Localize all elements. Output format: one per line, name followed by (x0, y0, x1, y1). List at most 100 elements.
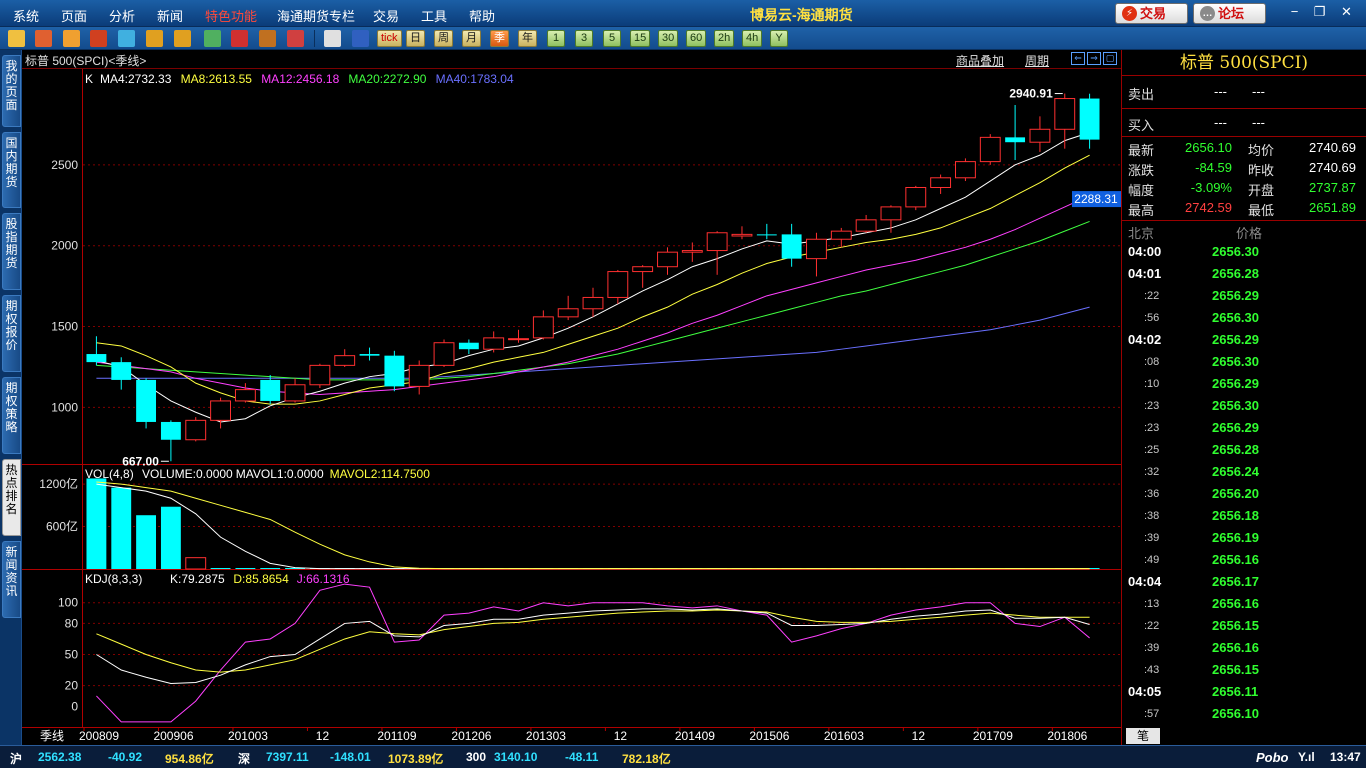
candle-body (607, 271, 629, 298)
tick-tab[interactable]: 笔 (1126, 728, 1160, 744)
menu-analysis[interactable]: 分析 (109, 6, 135, 25)
custom-period-button[interactable]: Y (770, 30, 788, 47)
table-icon[interactable] (324, 30, 341, 47)
left-tab-4[interactable]: 期权策略 (2, 377, 21, 454)
overlay-link[interactable]: 商品叠加 (956, 52, 1004, 69)
left-tab-2[interactable]: 股指期货 (2, 213, 21, 290)
tick-header-price: 价格 (1236, 226, 1263, 241)
chart-canvas[interactable]: 25002000150010002940.91667.00K MA4:2732.3… (22, 69, 1121, 745)
menu-system[interactable]: 系统 (13, 6, 39, 25)
menu-tools[interactable]: 工具 (421, 6, 447, 25)
sell-label: 卖出 (1128, 87, 1155, 102)
forum-button[interactable]: … 论坛 (1193, 3, 1266, 24)
kdj-legend-item: D:85.8654 (233, 572, 289, 586)
close-icon[interactable]: ✕ (1337, 3, 1356, 22)
left-tab-0[interactable]: 我的页面 (2, 55, 21, 127)
quote-row: 涨跌 -84.59 昨收 2740.69 (1122, 158, 1366, 178)
home-icon[interactable] (35, 30, 52, 47)
candle-body (185, 419, 207, 441)
tick-time: :10 (1144, 378, 1160, 390)
tick-row: :23 2656.29 (1122, 417, 1366, 439)
quote-separator (1122, 136, 1366, 137)
price-tick-label: 2000 (51, 239, 78, 253)
tick-row: :13 2656.16 (1122, 593, 1366, 615)
film-icon[interactable] (90, 30, 107, 47)
scroll-left-icon[interactable]: ⇐ (1071, 52, 1085, 65)
restore-icon[interactable]: ❐ (1310, 3, 1329, 22)
refresh-icon[interactable] (118, 30, 135, 47)
zoom-out-icon[interactable] (174, 30, 191, 47)
volume-bar (86, 478, 107, 569)
x-tick-label: 12 (614, 729, 628, 743)
draw-tool-icon[interactable] (259, 30, 276, 47)
quote-label: 最新 (1128, 143, 1155, 158)
menu-special[interactable]: 特色功能 (205, 6, 257, 25)
menu-help[interactable]: 帮助 (469, 6, 495, 25)
filter-icon[interactable] (287, 30, 304, 47)
kdj-legend-item: K:79.2875 (170, 572, 225, 586)
x-axis-label: 季线 (40, 729, 64, 743)
tick-price: 2656.28 (1212, 266, 1259, 281)
tick-price: 2656.24 (1212, 464, 1259, 479)
sh-index-label: 沪 (10, 752, 23, 766)
chart-line-icon[interactable] (352, 30, 369, 47)
minute-60-button[interactable]: 60 (686, 30, 707, 47)
minute-5-button[interactable]: 5 (603, 30, 621, 47)
csi300-change: -48.11 (565, 750, 599, 764)
left-tab-6[interactable]: 新闻资讯 (2, 541, 21, 618)
period-quarter-button[interactable]: 季 (490, 30, 509, 47)
period-year-button[interactable]: 年 (518, 30, 537, 47)
left-tab-1[interactable]: 国内期货 (2, 132, 21, 208)
high-price-label: 2940.91 (1009, 87, 1053, 101)
tick-button[interactable]: tick (377, 30, 402, 47)
menu-haitong-column[interactable]: 海通期货专栏 (277, 6, 355, 25)
minute-1-button[interactable]: 1 (547, 30, 565, 47)
period-month-button[interactable]: 月 (462, 30, 481, 47)
candle-body (260, 379, 281, 401)
tick-time: 04:04 (1128, 574, 1162, 589)
maximize-chart-icon[interactable]: ▢ (1103, 52, 1117, 65)
tick-time: :38 (1144, 510, 1160, 522)
tick-row: :38 2656.18 (1122, 505, 1366, 527)
menu-trade[interactable]: 交易 (373, 6, 399, 25)
tick-price: 2656.30 (1212, 310, 1259, 325)
csi300-label: 300 (466, 750, 487, 764)
menu-news[interactable]: 新闻 (157, 6, 183, 25)
period-day-button[interactable]: 日 (406, 30, 425, 47)
back-arrow-icon[interactable] (8, 30, 25, 47)
pen-icon[interactable] (231, 30, 248, 47)
signal-icon: Y.ıl (1298, 750, 1315, 764)
minute-30-button[interactable]: 30 (658, 30, 679, 47)
window-icon[interactable] (204, 30, 221, 47)
price-tag-text: 2288.31 (1074, 192, 1118, 206)
list-icon[interactable] (63, 30, 80, 47)
quote-label: 昨收 (1248, 163, 1275, 178)
minimize-icon[interactable]: − (1285, 3, 1304, 22)
period-link[interactable]: 周期 (1025, 52, 1049, 69)
trade-button-label: 交易 (1140, 6, 1167, 21)
minute-15-button[interactable]: 15 (630, 30, 651, 47)
tick-time: 04:02 (1128, 332, 1162, 347)
x-tick-label: 200906 (153, 729, 193, 743)
left-tab-5[interactable]: 热点排名 (2, 459, 21, 536)
tick-price: 2656.30 (1212, 398, 1259, 413)
zoom-in-icon[interactable] (146, 30, 163, 47)
hour-4-button[interactable]: 4h (742, 30, 763, 47)
ma-legend-item: MA20:2272.90 (348, 72, 426, 86)
csi300-amount: 782.18亿 (622, 752, 671, 766)
menu-page[interactable]: 页面 (61, 6, 87, 25)
candle-body (111, 362, 132, 380)
hour-2-button[interactable]: 2h (714, 30, 735, 47)
period-week-button[interactable]: 周 (434, 30, 453, 47)
tick-price: 2656.29 (1212, 376, 1259, 391)
minute-3-button[interactable]: 3 (575, 30, 593, 47)
candle-body (1005, 137, 1026, 143)
trade-button[interactable]: ⚡ 交易 (1115, 3, 1188, 24)
csi300-price: 3140.10 (494, 750, 538, 764)
candle-body (384, 355, 405, 387)
quote-separator (1122, 108, 1366, 109)
tick-row: 04:02 2656.29 (1122, 329, 1366, 351)
left-tab-3[interactable]: 期权报价 (2, 295, 21, 372)
scroll-right-icon[interactable]: ⇒ (1087, 52, 1101, 65)
tick-price: 2656.11 (1212, 684, 1259, 699)
